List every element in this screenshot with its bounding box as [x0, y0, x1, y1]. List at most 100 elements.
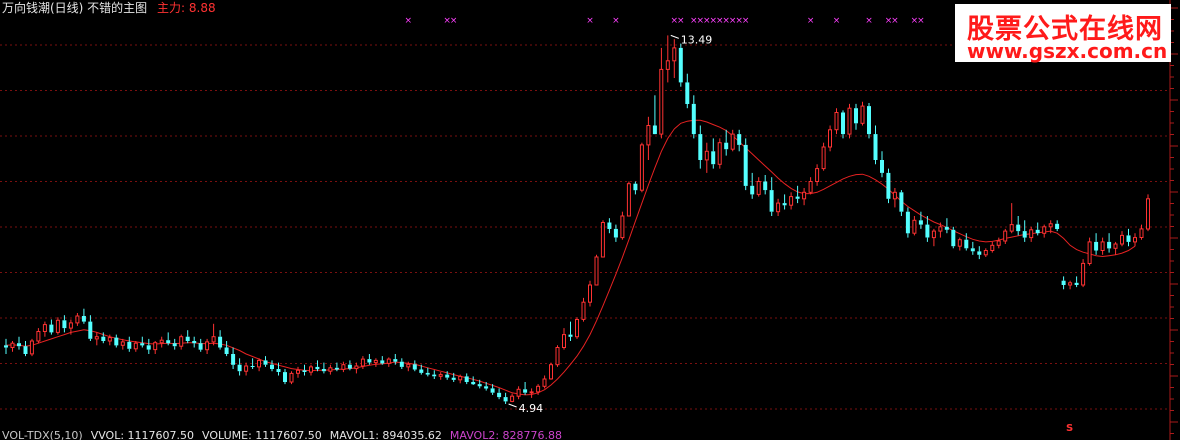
- signal-marker: ×: [450, 16, 458, 26]
- signal-marker: ×: [742, 16, 750, 26]
- candle-body-down: [192, 341, 197, 344]
- candle-body-down: [283, 372, 287, 382]
- candle-body-up: [1113, 243, 1118, 249]
- candle-body-up: [529, 391, 534, 394]
- candle: [633, 181, 638, 195]
- candle-body-up: [244, 365, 249, 372]
- candle-body-down: [321, 369, 326, 372]
- candle: [795, 185, 800, 204]
- chart-window: ××××××××××××××××××××××××××× 13.494.94S 万…: [0, 0, 1180, 440]
- candle: [685, 73, 690, 109]
- candle-body-up: [328, 367, 333, 372]
- candle: [646, 116, 651, 160]
- candle-body-up: [983, 250, 988, 256]
- candle: [776, 198, 781, 216]
- candle-body-up: [1146, 198, 1150, 230]
- candle: [581, 297, 586, 322]
- candle-body-up: [646, 125, 651, 146]
- candle: [211, 323, 216, 346]
- signal-marker: ×: [833, 16, 841, 26]
- candle-body-down: [334, 367, 339, 370]
- candle: [153, 341, 158, 354]
- candle-body-up: [159, 339, 164, 344]
- candle-body-down: [399, 361, 404, 367]
- candle: [724, 129, 729, 156]
- candle-body-down: [750, 185, 755, 195]
- candle: [179, 334, 184, 350]
- sell-marker: S: [1066, 423, 1073, 434]
- candle: [263, 356, 268, 367]
- candle: [912, 216, 917, 236]
- candle: [639, 142, 644, 193]
- candle: [231, 347, 236, 369]
- candle: [756, 177, 761, 197]
- candle-body-up: [542, 378, 547, 387]
- candle-body-up: [296, 369, 300, 374]
- candle-body-up: [1081, 262, 1086, 286]
- candle-body-down: [1061, 280, 1066, 285]
- candle: [1126, 228, 1131, 247]
- candle: [620, 211, 625, 240]
- signal-marker: ×: [917, 16, 925, 26]
- candle: [283, 369, 287, 385]
- candle-body-down: [224, 347, 229, 354]
- candle-body-down: [782, 203, 787, 206]
- candle-body-up: [996, 240, 1001, 246]
- candle-body-up: [990, 244, 995, 252]
- signal-marker: ×: [807, 16, 815, 26]
- candle-body-down: [425, 372, 430, 375]
- candle-body-up: [1133, 237, 1137, 243]
- candle-body-down: [471, 382, 476, 385]
- candle: [808, 177, 813, 195]
- candle-body-down: [905, 211, 910, 234]
- candle: [510, 393, 515, 403]
- candle-body-up: [834, 112, 839, 131]
- candle: [55, 317, 60, 335]
- candle-body-down: [270, 364, 274, 369]
- candle-body-up: [341, 364, 346, 370]
- candle-body-up: [360, 358, 365, 367]
- candle-body-down: [23, 346, 28, 354]
- candle: [328, 364, 333, 375]
- signal-marker: ×: [865, 16, 873, 26]
- candle-body-down: [127, 341, 132, 349]
- candle-body-up: [1120, 234, 1124, 245]
- candle-body-up: [55, 319, 60, 333]
- signal-marker: ×: [677, 16, 685, 26]
- candle: [1074, 276, 1079, 288]
- candle-body-down: [568, 334, 573, 337]
- candle-body-down: [652, 125, 657, 135]
- candle: [970, 241, 975, 255]
- candle-body-down: [737, 134, 742, 145]
- candle-body-up: [594, 256, 599, 286]
- candle: [905, 207, 910, 238]
- candle: [49, 319, 54, 335]
- candle: [42, 321, 47, 337]
- candle-body-up: [94, 336, 99, 340]
- candle-body-down: [1016, 224, 1021, 232]
- candle-body-up: [42, 324, 47, 333]
- candle: [1022, 220, 1027, 242]
- candle-body-down: [1074, 282, 1079, 285]
- candle-body-up: [257, 359, 261, 368]
- candle: [1120, 231, 1124, 247]
- candle-body-up: [458, 375, 463, 381]
- candle: [218, 330, 223, 350]
- candle-body-up: [639, 144, 644, 191]
- candle: [1055, 220, 1060, 232]
- candle: [854, 103, 858, 130]
- candle: [1009, 203, 1014, 234]
- candle-body-down: [899, 192, 904, 212]
- candle: [88, 315, 93, 341]
- candle-body-down: [724, 142, 729, 150]
- candle-body-down: [146, 345, 151, 350]
- candle-body-up: [1100, 241, 1105, 251]
- candle-body-down: [691, 103, 696, 135]
- candle: [296, 366, 300, 378]
- candlestick-chart[interactable]: ××××××××××××××××××××××××××× 13.494.94S: [0, 0, 1180, 440]
- candle-body-up: [756, 181, 761, 195]
- candle: [17, 336, 21, 350]
- candle: [613, 224, 618, 242]
- candle-body-up: [406, 363, 411, 368]
- candle: [36, 328, 41, 344]
